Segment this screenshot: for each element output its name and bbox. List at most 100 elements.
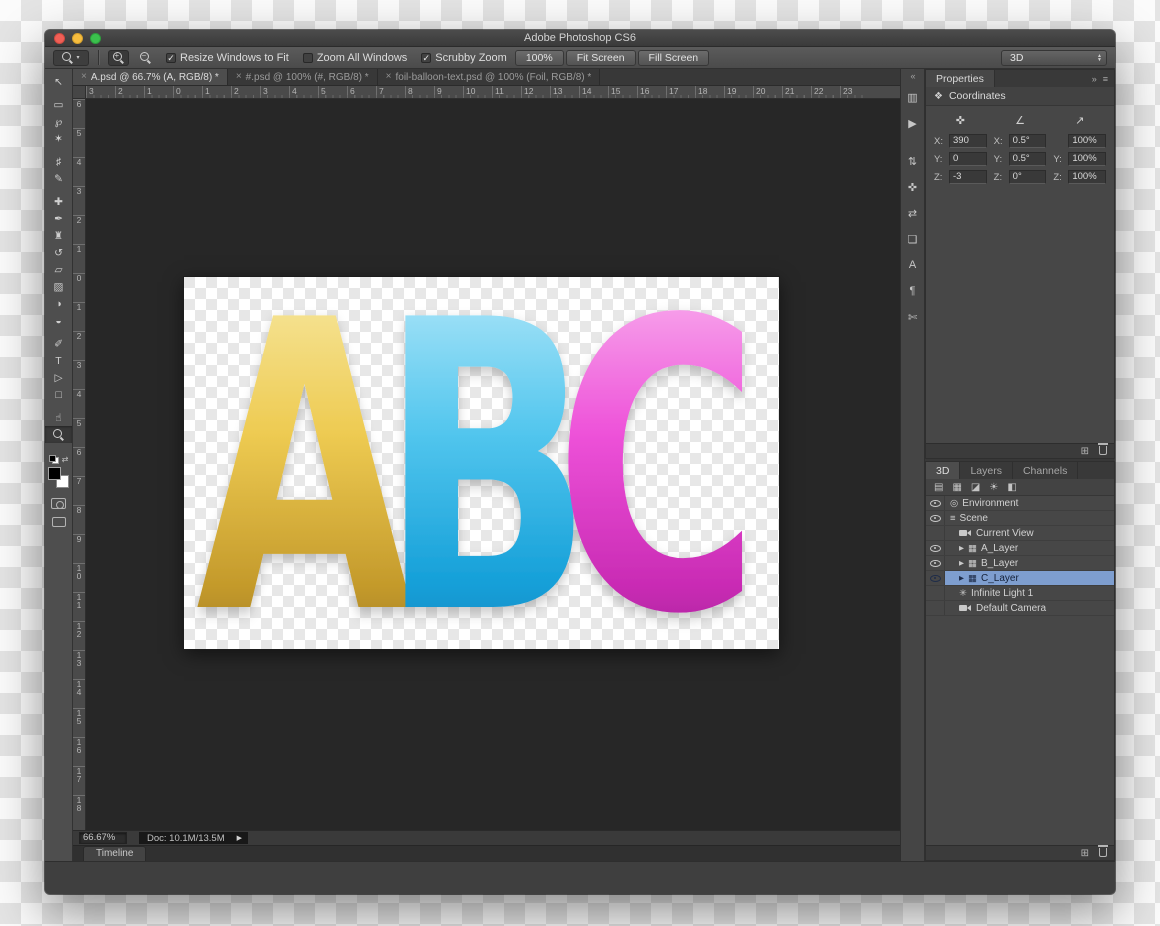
scene-item-environment[interactable]: ◎Environment bbox=[926, 496, 1114, 511]
zoom-level-field[interactable]: 66.67% bbox=[79, 832, 127, 844]
lasso-tool[interactable]: ℘ bbox=[45, 113, 72, 130]
coordinate-field[interactable]: 0° bbox=[1009, 170, 1047, 184]
coordinate-field[interactable]: 100% bbox=[1068, 170, 1106, 184]
coordinate-field[interactable]: 100% bbox=[1068, 152, 1106, 166]
button-fit-screen[interactable]: Fit Screen bbox=[566, 50, 636, 66]
filter-scene-icon[interactable]: ▤ bbox=[934, 482, 943, 493]
coordinate-field[interactable]: 390 bbox=[949, 134, 987, 148]
scene-item-scene[interactable]: ≡Scene bbox=[926, 511, 1114, 526]
visibility-cell[interactable] bbox=[926, 541, 945, 555]
visibility-cell[interactable] bbox=[926, 496, 945, 510]
filter-lights-icon[interactable]: ☀ bbox=[989, 482, 998, 493]
close-tab-icon[interactable]: × bbox=[236, 72, 242, 82]
disclosure-triangle-icon[interactable]: ▶ bbox=[959, 574, 964, 582]
disclosure-triangle-icon[interactable]: ▶ bbox=[959, 544, 964, 552]
scene-item-default-camera[interactable]: Default Camera bbox=[926, 601, 1114, 616]
path-selection-tool[interactable]: ▷ bbox=[45, 369, 72, 386]
close-window-button[interactable] bbox=[54, 33, 65, 44]
panel-tab-3d[interactable]: 3D bbox=[926, 462, 960, 479]
filter-materials-icon[interactable]: ◪ bbox=[971, 482, 980, 493]
document-tab-1[interactable]: ×A.psd @ 66.7% (A, RGB/8) * bbox=[73, 69, 228, 85]
checkbox-scrubby-zoom[interactable]: ✓Scrubby Zoom bbox=[421, 52, 507, 64]
scene-item-a-layer[interactable]: ▶▦A_Layer bbox=[926, 541, 1114, 556]
live-update-icon[interactable]: ⊞ bbox=[1081, 446, 1089, 457]
filter-meshes-icon[interactable]: ▦ bbox=[952, 482, 961, 493]
new-item-icon[interactable]: ⊞ bbox=[1081, 848, 1089, 859]
zoom-tool[interactable] bbox=[45, 426, 72, 443]
blur-tool[interactable]: ◑ bbox=[45, 295, 72, 312]
disclosure-triangle-icon[interactable]: ▶ bbox=[959, 559, 964, 567]
document-image[interactable]: A B C bbox=[184, 277, 779, 649]
move-tool[interactable]: ↖ bbox=[45, 73, 72, 90]
delete-icon[interactable] bbox=[1099, 846, 1107, 860]
coordinate-field[interactable]: 0 bbox=[949, 152, 987, 166]
visibility-cell[interactable] bbox=[926, 601, 945, 615]
crop-tool[interactable]: ♯ bbox=[45, 153, 72, 170]
default-colors-icon[interactable] bbox=[49, 455, 59, 464]
titlebar[interactable]: Adobe Photoshop CS6 bbox=[45, 30, 1115, 47]
spot-healing-brush-tool[interactable]: ✚ bbox=[45, 193, 72, 210]
minimize-window-button[interactable] bbox=[72, 33, 83, 44]
close-tab-icon[interactable]: × bbox=[386, 72, 392, 82]
rectangular-marquee-tool[interactable]: ▭ bbox=[45, 96, 72, 113]
scene-item-current-view[interactable]: Current View bbox=[926, 526, 1114, 541]
visibility-cell[interactable] bbox=[926, 511, 945, 525]
document-tab-2[interactable]: ×#.psd @ 100% (#, RGB/8) * bbox=[228, 69, 378, 85]
gradient-tool[interactable]: ▨ bbox=[45, 278, 72, 295]
quick-selection-tool[interactable]: ✶ bbox=[45, 130, 72, 147]
hand-tool[interactable]: ☝ bbox=[45, 409, 72, 426]
button-100[interactable]: 100% bbox=[515, 50, 564, 66]
foreground-color-swatch[interactable] bbox=[48, 467, 61, 480]
collapse-panel-chevron-icon[interactable]: » bbox=[1092, 74, 1097, 84]
panel-menu-icon[interactable]: ≡ bbox=[1103, 74, 1108, 84]
visibility-cell[interactable] bbox=[926, 526, 945, 540]
scene-item-infinite-light-1[interactable]: ✳Infinite Light 1 bbox=[926, 586, 1114, 601]
layers-stack-icon[interactable]: ❏ bbox=[901, 226, 924, 252]
dodge-tool[interactable]: ◒ bbox=[45, 312, 72, 329]
zoom-window-button[interactable] bbox=[90, 33, 101, 44]
properties-tab[interactable]: Properties bbox=[926, 70, 995, 87]
swap-arrows-icon[interactable]: ⇄ bbox=[901, 200, 924, 226]
scissors-icon[interactable]: ✄ bbox=[901, 304, 924, 330]
coordinate-field[interactable]: 0.5° bbox=[1009, 152, 1047, 166]
scene-item-c-layer[interactable]: ▶▦C_Layer bbox=[926, 571, 1114, 586]
pen-tool[interactable]: ✐ bbox=[45, 335, 72, 352]
coordinate-field[interactable]: 100% bbox=[1068, 134, 1106, 148]
checkbox-zoom-all-windows[interactable]: Zoom All Windows bbox=[303, 52, 407, 64]
zoom-tool-preset[interactable]: ▾ bbox=[53, 50, 89, 66]
grid-icon[interactable]: ▥ bbox=[901, 84, 924, 110]
visibility-cell[interactable] bbox=[926, 556, 945, 570]
character-panel-icon[interactable]: A bbox=[901, 252, 924, 278]
doc-size-indicator[interactable]: Doc: 10.1M/13.5M ▶ bbox=[139, 832, 248, 844]
button-fill-screen[interactable]: Fill Screen bbox=[638, 50, 710, 66]
panel-tab-layers[interactable]: Layers bbox=[960, 462, 1013, 479]
history-brush-tool[interactable]: ↺ bbox=[45, 244, 72, 261]
type-tool[interactable]: T bbox=[45, 352, 72, 369]
document-tab-3[interactable]: ×foil-balloon-text.psd @ 100% (Foil, RGB… bbox=[378, 69, 601, 85]
brush-tool[interactable]: ✒ bbox=[45, 210, 72, 227]
visibility-cell[interactable] bbox=[926, 586, 945, 600]
timeline-tab[interactable]: Timeline bbox=[83, 846, 146, 861]
zoom-out-button[interactable]: − bbox=[135, 50, 156, 66]
status-menu-arrow-icon[interactable]: ▶ bbox=[237, 834, 242, 842]
clone-stamp-tool[interactable]: ♜ bbox=[45, 227, 72, 244]
visibility-cell[interactable] bbox=[926, 571, 945, 585]
scene-item-b-layer[interactable]: ▶▦B_Layer bbox=[926, 556, 1114, 571]
checkbox-resize-windows-to-fit[interactable]: ✓Resize Windows to Fit bbox=[166, 52, 289, 64]
workspace-switcher[interactable]: 3D ▲▼ bbox=[1001, 50, 1107, 66]
play-icon[interactable]: ▶ bbox=[901, 110, 924, 136]
collapse-dock-chevron-icon[interactable]: « bbox=[910, 71, 914, 84]
rectangle-tool[interactable]: □ bbox=[45, 386, 72, 403]
paragraph-panel-icon[interactable]: ¶ bbox=[901, 278, 924, 304]
coordinate-field[interactable]: -3 bbox=[949, 170, 987, 184]
delete-icon[interactable] bbox=[1099, 444, 1107, 458]
swap-colors-icon[interactable]: ⇄ bbox=[62, 455, 69, 464]
coordinates-tab[interactable]: ❖ Coordinates bbox=[926, 87, 1114, 106]
vertical-arrows-icon[interactable]: ⇅ bbox=[901, 148, 924, 174]
eyedropper-tool[interactable]: ✎ bbox=[45, 170, 72, 187]
screen-mode-button[interactable] bbox=[52, 517, 66, 527]
move-axes-icon[interactable]: ✜ bbox=[901, 174, 924, 200]
zoom-in-button[interactable]: + bbox=[108, 50, 129, 66]
canvas[interactable]: A B C bbox=[86, 99, 900, 830]
coordinate-field[interactable]: 0.5° bbox=[1009, 134, 1047, 148]
